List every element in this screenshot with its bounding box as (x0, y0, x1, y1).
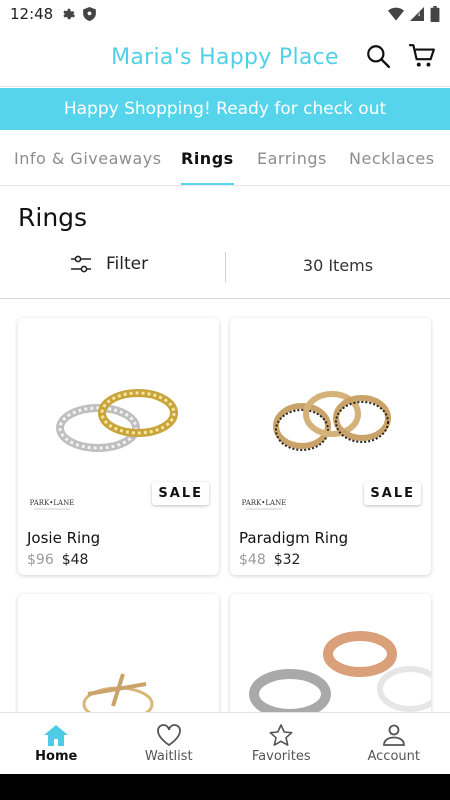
sale-badge: SALE (364, 482, 421, 505)
search-button[interactable] (364, 42, 392, 70)
original-price: $48 (239, 552, 266, 568)
heart-icon (156, 724, 181, 747)
sale-price: $48 (61, 552, 89, 568)
park-lane-logo: PARK•LANE (30, 499, 75, 510)
settings-icon (63, 8, 76, 20)
category-tabs: Info & Giveaways Rings Earrings Necklace… (0, 130, 450, 186)
tab-earrings[interactable]: Earrings (257, 130, 327, 185)
svg-text:PARK•LANE: PARK•LANE (30, 499, 75, 507)
tab-label: Necklaces (349, 148, 435, 168)
svg-text:PARK•LANE: PARK•LANE (242, 499, 287, 507)
bottom-navigation: Home Waitlist Favorites Account (0, 712, 450, 774)
price-row: $48 $32 (239, 552, 300, 568)
sliders-icon (71, 255, 91, 273)
sale-price: $32 (273, 552, 301, 568)
filter-bar: Filter 30 Items (0, 236, 450, 299)
nav-favorites[interactable]: Favorites (225, 713, 338, 774)
signal-icon (410, 7, 424, 21)
system-navigation-bar (0, 774, 450, 800)
wifi-icon (388, 7, 404, 21)
star-icon (269, 724, 293, 746)
cart-icon (409, 44, 435, 67)
tab-rings[interactable]: Rings (181, 130, 234, 185)
item-count: 30 Items (302, 256, 374, 275)
product-name: Paradigm Ring (239, 529, 349, 547)
product-card-paradigm-ring[interactable]: PARK•LANE SALE Paradigm Ring $48 $32 (230, 318, 431, 575)
shield-icon (83, 7, 97, 21)
tab-necklaces[interactable]: Necklaces (349, 130, 435, 185)
page-title: Rings (18, 203, 88, 232)
nav-account[interactable]: Account (338, 713, 450, 774)
nav-label: Home (35, 749, 78, 764)
nav-label: Favorites (251, 749, 311, 764)
active-tab-indicator (181, 183, 234, 185)
status-time: 12:48 (10, 5, 54, 23)
tab-label: Earrings (257, 148, 327, 168)
checkout-banner[interactable]: Happy Shopping! Ready for check out (0, 88, 450, 130)
nav-label: Account (367, 749, 421, 764)
park-lane-logo: PARK•LANE (242, 499, 287, 510)
filter-button[interactable]: Filter (70, 254, 148, 274)
filter-label: Filter (106, 254, 149, 274)
nav-waitlist[interactable]: Waitlist (113, 713, 226, 774)
tab-label: Rings (181, 148, 234, 168)
product-card-josie-ring[interactable]: PARK•LANE SALE Josie Ring $96 $48 (18, 318, 219, 575)
home-icon (44, 725, 69, 746)
cart-button[interactable] (408, 42, 436, 70)
price-row: $96 $48 (27, 552, 88, 568)
battery-icon (430, 6, 440, 22)
banner-text: Happy Shopping! Ready for check out (63, 99, 387, 119)
product-name: Josie Ring (27, 529, 101, 547)
nav-home[interactable]: Home (0, 713, 113, 774)
search-icon (367, 45, 391, 69)
tab-label: Info & Giveaways (14, 148, 162, 168)
status-bar: 12:48 (0, 0, 450, 28)
app-header: Maria's Happy Place (0, 28, 450, 87)
person-icon (382, 724, 405, 746)
nav-label: Waitlist (144, 749, 193, 764)
tab-info-giveaways[interactable]: Info & Giveaways (14, 130, 162, 185)
sale-badge: SALE (152, 482, 209, 505)
original-price: $96 (27, 552, 54, 568)
